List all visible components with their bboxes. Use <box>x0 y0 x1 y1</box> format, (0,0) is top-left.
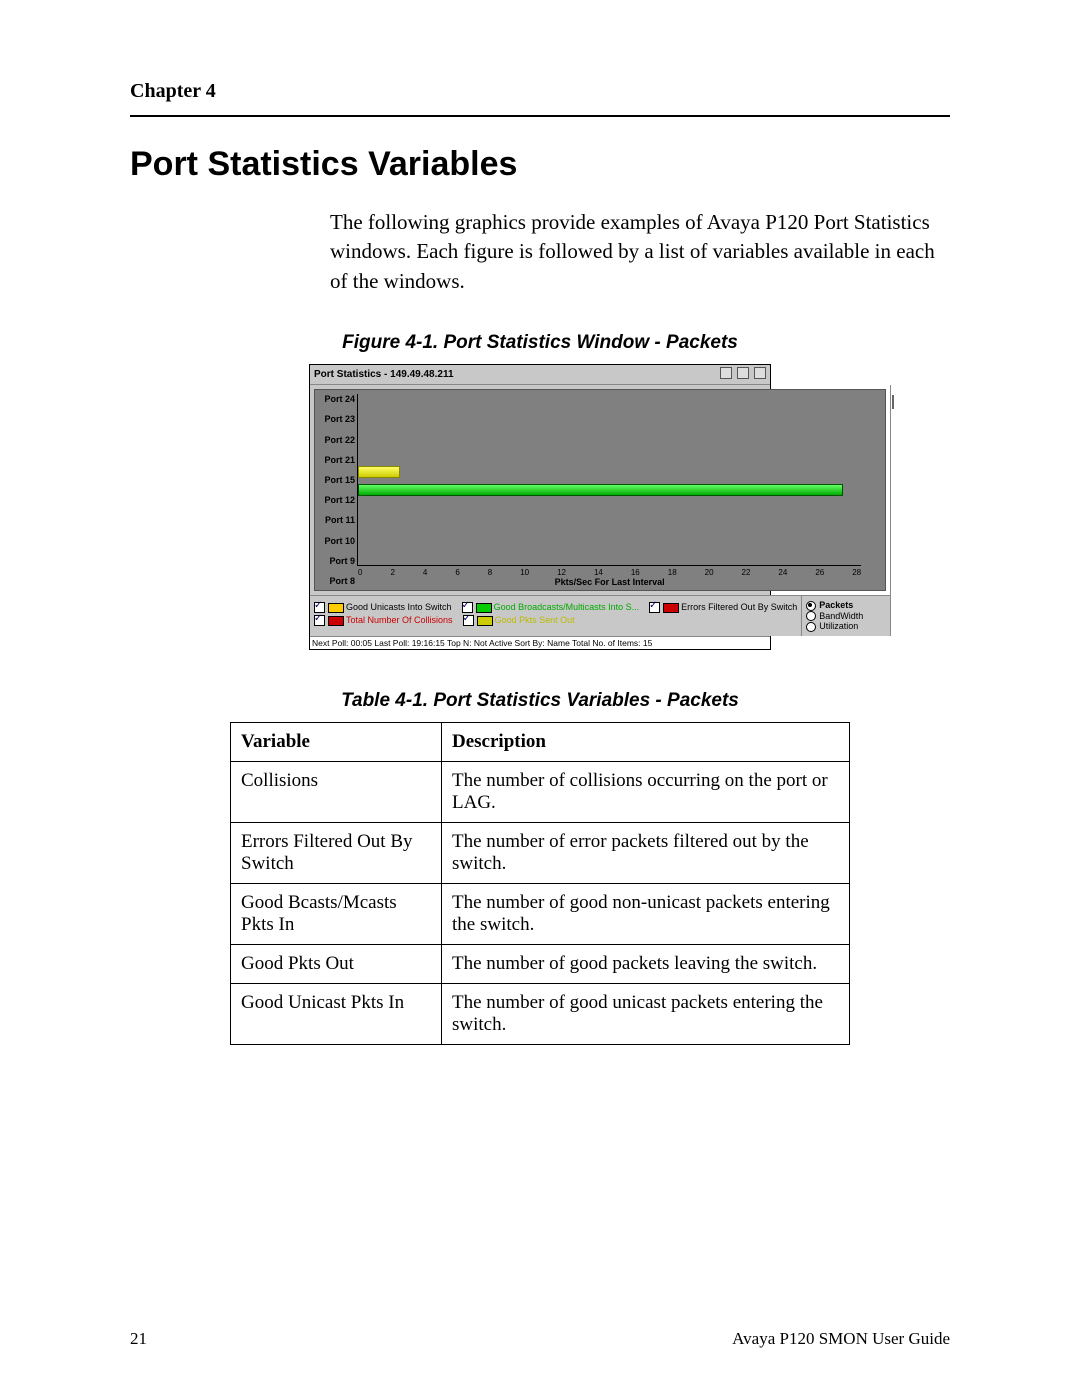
swatch-icon <box>663 603 679 613</box>
legend-item[interactable]: Total Number Of Collisions Good Pkts Sen… <box>314 615 797 626</box>
variables-table: Variable Description CollisionsThe numbe… <box>230 722 850 1045</box>
bar-port12-green <box>358 484 843 496</box>
port-statistics-window: Port Statistics - 149.49.48.211 Port 24 … <box>309 364 771 650</box>
port-label: Port 11 <box>317 515 355 525</box>
radio-packets[interactable]: Packets <box>806 600 886 611</box>
port-label: Port 22 <box>317 435 355 445</box>
status-bar: Next Poll: 00:05 Last Poll: 19:16:15 Top… <box>310 636 770 649</box>
table-row: Errors Filtered Out By SwitchThe number … <box>231 823 850 884</box>
col-description: Description <box>442 723 850 762</box>
radio-icon[interactable] <box>806 611 816 621</box>
table-row: Good Pkts OutThe number of good packets … <box>231 945 850 984</box>
swatch-icon <box>477 616 493 626</box>
col-variable: Variable <box>231 723 442 762</box>
divider <box>130 115 950 117</box>
mode-selector: Packets BandWidth Utilization <box>801 596 890 636</box>
port-label: Port 12 <box>317 495 355 505</box>
figure-caption: Figure 4-1. Port Statistics Window - Pac… <box>130 332 950 354</box>
legend-panel: Good Unicasts Into Switch Good Broadcast… <box>310 595 890 636</box>
window-title-text: Port Statistics - 149.49.48.211 <box>314 369 454 380</box>
radio-icon[interactable] <box>806 622 816 632</box>
vertical-scrollbar[interactable] <box>890 385 891 636</box>
window-controls[interactable] <box>718 367 766 382</box>
chart-area: Port 24 Port 23 Port 22 Port 21 Port 15 … <box>314 389 886 591</box>
x-axis-label: Pkts/Sec For Last Interval <box>358 577 861 587</box>
port-label: Port 24 <box>317 394 355 404</box>
bar-port15-yellow <box>358 466 400 478</box>
plot-area: 0 2 4 6 8 10 12 14 16 18 20 22 2 <box>357 394 861 566</box>
port-label: Port 8 <box>317 576 355 586</box>
x-ticks: 0 2 4 6 8 10 12 14 16 18 20 22 2 <box>358 568 861 577</box>
port-label: Port 10 <box>317 536 355 546</box>
page-footer: 21 Avaya P120 SMON User Guide <box>130 1329 950 1349</box>
chapter-label: Chapter 4 <box>130 80 950 103</box>
checkbox-icon[interactable] <box>462 602 473 613</box>
port-label: Port 21 <box>317 455 355 465</box>
table-row: Good Bcasts/Mcasts Pkts InThe number of … <box>231 884 850 945</box>
checkbox-icon[interactable] <box>314 615 325 626</box>
port-label: Port 23 <box>317 414 355 424</box>
window-titlebar: Port Statistics - 149.49.48.211 <box>310 365 770 385</box>
radio-utilization[interactable]: Utilization <box>806 621 886 632</box>
checkbox-icon[interactable] <box>463 615 474 626</box>
checkbox-icon[interactable] <box>649 602 660 613</box>
minimize-icon[interactable] <box>720 367 732 379</box>
doc-title: Avaya P120 SMON User Guide <box>732 1329 950 1349</box>
close-icon[interactable] <box>754 367 766 379</box>
page-number: 21 <box>130 1329 147 1349</box>
port-label: Port 9 <box>317 556 355 566</box>
radio-bandwidth[interactable]: BandWidth <box>806 611 886 622</box>
checkbox-icon[interactable] <box>314 602 325 613</box>
swatch-icon <box>476 603 492 613</box>
swatch-icon <box>328 616 344 626</box>
page-title: Port Statistics Variables <box>130 145 950 184</box>
table-row: Good Unicast Pkts InThe number of good u… <box>231 984 850 1045</box>
radio-icon[interactable] <box>806 601 816 611</box>
legend-item[interactable]: Good Unicasts Into Switch Good Broadcast… <box>314 602 797 613</box>
table-header-row: Variable Description <box>231 723 850 762</box>
swatch-icon <box>328 603 344 613</box>
scrollbar-thumb[interactable] <box>892 395 894 409</box>
table-row: CollisionsThe number of collisions occur… <box>231 762 850 823</box>
intro-paragraph: The following graphics provide examples … <box>330 208 950 296</box>
y-axis-labels: Port 24 Port 23 Port 22 Port 21 Port 15 … <box>315 390 357 590</box>
maximize-icon[interactable] <box>737 367 749 379</box>
table-caption: Table 4-1. Port Statistics Variables - P… <box>130 690 950 712</box>
port-label: Port 15 <box>317 475 355 485</box>
